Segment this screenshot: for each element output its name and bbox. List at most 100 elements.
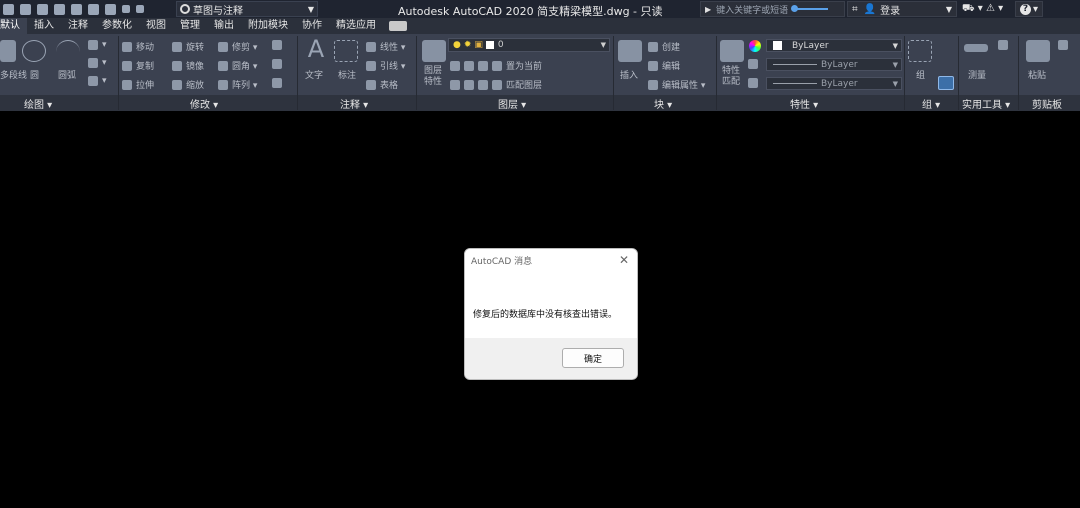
quick-access-toolbar	[0, 1, 147, 17]
tab-annotate[interactable]: 注释	[61, 18, 95, 34]
panel-title-groups[interactable]: 组 ▾	[922, 96, 940, 111]
erase-tool[interactable]	[272, 40, 286, 50]
move-icon	[122, 41, 132, 52]
search-slider[interactable]	[791, 5, 829, 12]
layer-dropdown[interactable]: ● ✹ ▣ 0 ▼	[448, 38, 610, 52]
tab-addins[interactable]: 附加模块	[241, 18, 295, 34]
copy-icon	[122, 60, 132, 71]
undo-icon[interactable]	[122, 5, 130, 13]
group-icon[interactable]	[908, 40, 932, 62]
web-mobile-icon[interactable]	[71, 3, 82, 15]
panel-title-block[interactable]: 块 ▾	[654, 96, 672, 111]
tab-featured-apps[interactable]: 精选应用	[329, 18, 383, 34]
redo-icon[interactable]	[136, 5, 144, 13]
user-signin[interactable]: ⌗ 👤 登录 ▼	[847, 1, 957, 17]
tab-collaborate[interactable]: 协作	[295, 18, 329, 34]
layer-tools-row1[interactable]: 置为当前	[450, 59, 542, 72]
tab-output[interactable]: 输出	[207, 18, 241, 34]
panel-separator	[297, 36, 298, 110]
explode-tool[interactable]	[272, 59, 286, 69]
panel-title-utilities[interactable]: 实用工具 ▾	[962, 96, 1010, 111]
linetype-glyph-icon	[748, 59, 758, 69]
chevron-down-icon: ▼	[600, 41, 606, 49]
help-button[interactable]: ? ▾	[1015, 1, 1043, 17]
tab-parametric[interactable]: 参数化	[95, 18, 139, 34]
array-label: 阵列 ▾	[232, 81, 258, 91]
dialog-title: AutoCAD 消息	[471, 256, 533, 267]
lineweight-glyph-icon	[748, 78, 758, 88]
panel-title-layers[interactable]: 图层 ▾	[498, 96, 526, 111]
region-tool[interactable]: ▾	[88, 76, 107, 86]
offset-tool[interactable]	[272, 78, 286, 88]
stretch-tool[interactable]: 拉伸	[122, 78, 154, 91]
print-icon[interactable]	[105, 3, 116, 15]
fillet-icon	[218, 60, 228, 71]
rotate-tool[interactable]: 旋转	[172, 40, 204, 53]
ribbon-options-icon[interactable]	[389, 21, 407, 31]
linear-dim-tool[interactable]: 线性 ▾	[366, 40, 405, 53]
arc-icon[interactable]	[56, 40, 80, 62]
panel-separator	[416, 36, 417, 110]
layer-tools-row2[interactable]: 匹配图层	[450, 78, 542, 91]
copy-tool[interactable]: 复制	[122, 59, 154, 72]
array-tool[interactable]: 阵列 ▾	[218, 78, 257, 91]
ribbon-tabs: 默认 插入 注释 参数化 视图 管理 输出 附加模块 协作 精选应用	[0, 18, 1080, 34]
ok-button[interactable]: 确定	[562, 348, 624, 368]
fillet-tool[interactable]: 圆角 ▾	[218, 59, 257, 72]
search-box[interactable]: ▶ 键入关键字或短语	[700, 1, 845, 17]
cart-icon[interactable]: ⛟ ▾ ⚠ ▾	[962, 3, 1003, 16]
tab-home[interactable]: 默认	[0, 18, 27, 34]
paste-icon[interactable]	[1026, 40, 1050, 62]
layer-color-swatch	[485, 41, 494, 49]
match-layer-label: 匹配图层	[506, 81, 543, 91]
move-tool[interactable]: 移动	[122, 40, 154, 53]
tab-view[interactable]: 视图	[139, 18, 173, 34]
new-file-icon[interactable]	[3, 3, 14, 15]
trim-icon	[218, 41, 228, 52]
create-block-tool[interactable]: 创建	[648, 40, 680, 53]
panel-title-properties[interactable]: 特性 ▾	[790, 96, 818, 111]
offset-icon	[272, 78, 282, 88]
plot-icon[interactable]	[88, 3, 99, 15]
text-icon[interactable]: A	[304, 37, 328, 61]
save-icon[interactable]	[37, 3, 48, 15]
hatch-icon	[88, 58, 98, 68]
insert-block-icon[interactable]	[618, 40, 642, 62]
panel-title-modify[interactable]: 修改 ▾	[190, 96, 218, 111]
scale-tool[interactable]: 缩放	[172, 78, 204, 91]
table-tool[interactable]: 表格	[366, 78, 398, 91]
expand-triangle-icon[interactable]: ▶	[705, 5, 711, 14]
dialog-footer: 确定	[465, 338, 637, 379]
panel-title-annotation[interactable]: 注释 ▾	[340, 96, 368, 111]
linetype-dropdown[interactable]: ByLayer ▼	[766, 58, 902, 71]
tab-insert[interactable]: 插入	[27, 18, 61, 34]
copy-clip-tool[interactable]	[1058, 40, 1072, 50]
match-properties-icon[interactable]	[720, 40, 744, 62]
tab-manage[interactable]: 管理	[173, 18, 207, 34]
group-selection-tool[interactable]	[938, 76, 958, 90]
edit-block-tool[interactable]: 编辑	[648, 59, 680, 72]
mirror-tool[interactable]: 镜像	[172, 59, 204, 72]
save-as-icon[interactable]	[54, 3, 65, 15]
color-wheel-icon[interactable]	[749, 40, 761, 52]
rectangle-tool[interactable]: ▾	[88, 40, 107, 50]
panel-title-draw[interactable]: 绘图 ▾	[24, 96, 52, 111]
polyline-icon[interactable]	[0, 40, 16, 62]
panel-title-clipboard[interactable]: 剪贴板	[1032, 96, 1062, 111]
measure-icon[interactable]	[964, 44, 988, 52]
edit-attributes-tool[interactable]: 编辑属性 ▾	[648, 78, 705, 91]
leader-tool[interactable]: 引线 ▾	[366, 59, 405, 72]
trim-tool[interactable]: 修剪 ▾	[218, 40, 257, 53]
workspace-select[interactable]: 草图与注释 ▼	[176, 1, 318, 17]
circle-icon[interactable]	[22, 40, 46, 62]
close-icon[interactable]: ✕	[619, 253, 629, 267]
lineweight-dropdown[interactable]: ByLayer ▼	[766, 77, 902, 90]
match-properties-label: 特性 匹配	[722, 66, 741, 87]
open-file-icon[interactable]	[20, 3, 31, 15]
color-dropdown[interactable]: ByLayer ▼	[766, 39, 902, 52]
calculator-icon	[998, 40, 1008, 50]
dimension-icon[interactable]	[334, 40, 358, 62]
utility-tools[interactable]	[998, 40, 1012, 50]
layer-properties-icon[interactable]	[422, 40, 446, 62]
hatch-tool[interactable]: ▾	[88, 58, 107, 68]
